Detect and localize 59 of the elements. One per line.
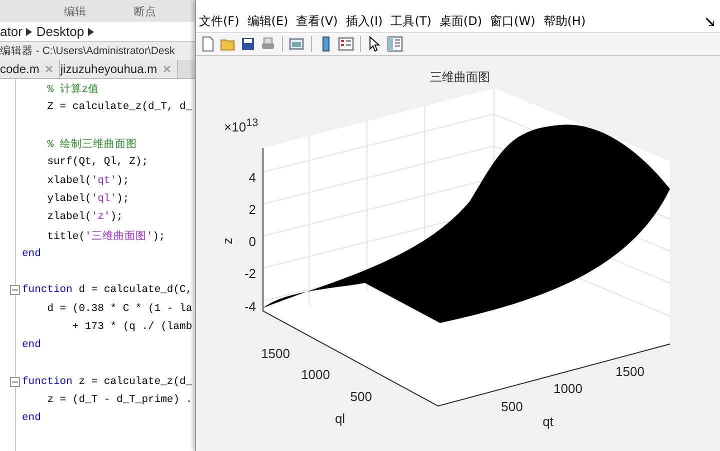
new-file-icon[interactable] <box>200 36 216 52</box>
plot-title: 三维曲面图 <box>430 70 490 84</box>
code-line: xlabel('qt'); <box>46 174 130 187</box>
pointer-icon[interactable] <box>367 36 383 52</box>
legend-icon[interactable] <box>338 36 354 52</box>
fold-icon[interactable] <box>10 285 20 296</box>
tick-label: 4 <box>248 170 256 185</box>
menu-item[interactable]: 帮助(H) <box>543 12 586 30</box>
section-label: 编辑 <box>64 4 86 18</box>
save-icon[interactable] <box>240 36 256 52</box>
tick-label: 1000 <box>301 367 330 382</box>
dock-arrow-icon[interactable] <box>706 18 714 26</box>
code-line: end <box>22 339 41 352</box>
editor-title: 编辑器 - C:\Users\Administrator\Desk <box>0 44 175 58</box>
tick-label: 500 <box>350 389 372 404</box>
tick-label: 1500 <box>261 346 290 361</box>
tick-label: -2 <box>244 266 256 281</box>
code-line: + 173 * (q ./ (lamb <box>71 321 192 333</box>
code-line: function d = calculate_d(C, <box>22 284 192 296</box>
tick-label: 1500 <box>616 364 644 379</box>
menu-item[interactable]: 插入(I) <box>346 12 383 30</box>
menu-item[interactable]: 桌面(D) <box>439 12 482 30</box>
file-tab[interactable]: jizuzuheyouhua.m <box>60 60 178 78</box>
menu-item[interactable]: 查看(V) <box>296 12 338 30</box>
axis-label: ql <box>334 411 346 426</box>
axis-label: z <box>220 238 235 244</box>
fold-icon[interactable] <box>10 376 20 387</box>
code-line: end <box>22 248 41 260</box>
code-line: surf(Qt, Ql, Z); <box>46 156 148 168</box>
code-line: function z = calculate_z(d_ <box>22 376 192 388</box>
print-icon[interactable] <box>260 36 276 52</box>
tick-label: 0 <box>248 234 256 249</box>
tick-label: 2 <box>248 202 256 217</box>
path-segment[interactable]: ator <box>0 24 22 39</box>
code-line: zlabel('z'); <box>46 211 123 224</box>
tick-label: -4 <box>244 299 256 314</box>
axis-label: qt <box>542 414 554 429</box>
chevron-icon <box>88 28 94 36</box>
tick-label: 1000 <box>554 381 582 396</box>
window-icon[interactable] <box>289 36 305 52</box>
menu-item[interactable]: 工具(T) <box>390 12 432 30</box>
code-line: end <box>22 412 41 424</box>
code-line: ylabel('ql'); <box>46 192 130 205</box>
chevron-icon <box>26 28 32 36</box>
axis-exponent: ×10$^{13}$ <box>224 117 258 134</box>
code-line: % 计算z值 <box>46 82 100 96</box>
code-line: % 绘制三维曲面图 <box>46 137 137 152</box>
tick-label: 500 <box>501 399 523 414</box>
file-tab[interactable]: code.m <box>0 60 60 78</box>
panel-icon[interactable] <box>387 36 403 52</box>
path-segment[interactable]: Desktop <box>36 24 84 39</box>
menu-item[interactable]: 编辑(E) <box>247 12 288 30</box>
code-line: d = (0.38 * C * (1 - la <box>46 302 192 315</box>
code-line: title('三维曲面图'); <box>46 229 166 243</box>
menu-item[interactable]: 窗口(W) <box>490 12 536 30</box>
menu-item[interactable]: 文件(F) <box>199 12 240 30</box>
code-line: Z = calculate_z(d_T, d_ <box>46 101 192 114</box>
section-label: 断点 <box>134 4 156 18</box>
code-line: z = (d_T - d_T_prime) . <box>46 394 192 406</box>
